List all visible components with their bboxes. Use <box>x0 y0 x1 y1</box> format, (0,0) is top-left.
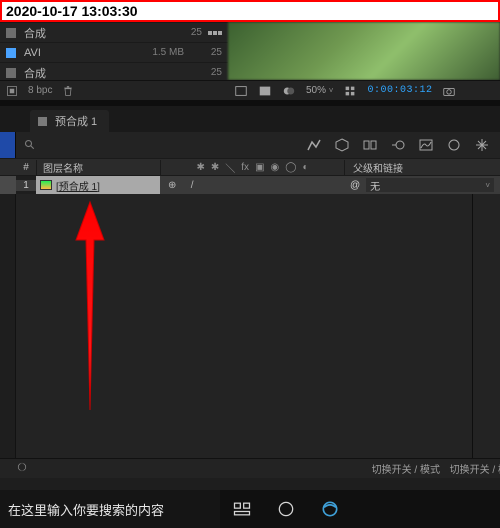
column-layer-name[interactable]: 图层名称 <box>36 160 160 175</box>
column-index: # <box>16 162 36 173</box>
layer-normal-icon[interactable]: ⊕ <box>168 180 176 191</box>
parent-value: 无 <box>370 178 380 193</box>
taskbar-search[interactable]: 在这里输入你要搜索的内容 <box>0 490 220 528</box>
column-switches: ✱ ✱ ＼ fx ▣ ◉ ◯ ◐ <box>160 160 344 175</box>
frame-blend-icon[interactable] <box>362 137 378 153</box>
project-item-rate: 25 <box>200 67 222 78</box>
video-file-icon <box>6 48 16 58</box>
cortana-icon[interactable] <box>264 490 308 528</box>
project-toolbar: 8 bpc <box>0 80 228 100</box>
timeline-columns: # 图层名称 ✱ ✱ ＼ fx ▣ ◉ ◯ ◐ 父级和链接 <box>0 158 500 176</box>
layer-thumb-icon <box>40 180 52 190</box>
edge-icon[interactable] <box>308 490 352 528</box>
layer-styles-icon[interactable] <box>446 137 462 153</box>
draft-3d-icon[interactable] <box>334 137 350 153</box>
timeline-tab[interactable]: 预合成 1 <box>30 110 109 132</box>
switches-mode-toggle-right[interactable]: 切换开关 / 模 <box>450 461 500 476</box>
snapshot-icon[interactable] <box>442 84 456 98</box>
switches-mode-toggle[interactable]: 切换开关 / 模式 <box>372 461 440 476</box>
motion-blur-icon[interactable] <box>390 137 406 153</box>
resolution-icon[interactable] <box>343 84 357 98</box>
tab-label: 预合成 1 <box>55 113 97 129</box>
zoom-dropdown[interactable]: 50% ˅ <box>306 85 333 96</box>
toggle-alpha-icon[interactable] <box>234 84 248 98</box>
layer-name-text: [预合成 1] <box>56 178 100 193</box>
bit-depth-button[interactable]: 8 bpc <box>28 85 52 96</box>
interpret-footage-icon[interactable] <box>6 85 18 97</box>
layer-switches[interactable]: ⊕ / <box>160 176 344 194</box>
project-item-rate: 25 <box>180 27 202 38</box>
effects-icon[interactable] <box>474 137 490 153</box>
timecode-stub[interactable] <box>0 132 16 158</box>
layer-name-cell[interactable]: [预合成 1] <box>36 176 160 194</box>
comp-flowchart-icon[interactable] <box>306 137 322 153</box>
project-item-size: 1.5 MB <box>152 47 184 58</box>
flowchart-icon[interactable] <box>208 26 222 40</box>
timeline-toolbar <box>0 132 500 158</box>
timeline-tabs: 预合成 1 <box>0 106 500 132</box>
timeline-footer: 切换开关 / 模式 切换开关 / 模 <box>0 458 500 478</box>
layer-search[interactable] <box>16 132 274 158</box>
graph-editor-icon[interactable] <box>418 137 434 153</box>
current-timecode[interactable]: 0:00:03:12 <box>367 85 432 96</box>
task-view-icon[interactable] <box>220 490 264 528</box>
search-icon <box>24 139 36 151</box>
project-row[interactable]: 合成 25 <box>0 62 228 82</box>
viewer-toolbar: 50% ˅ 0:00:03:12 <box>228 80 500 100</box>
windows-taskbar: 在这里输入你要搜索的内容 <box>0 490 500 528</box>
project-item-name: 合成 <box>24 25 174 41</box>
project-row[interactable]: 合成 25 <box>0 22 228 42</box>
chevron-down-icon: ˅ <box>485 181 490 190</box>
parent-dropdown[interactable]: 无 ˅ <box>366 178 494 192</box>
trash-icon[interactable] <box>62 85 74 97</box>
toggle-transparency-icon[interactable] <box>258 84 272 98</box>
fx-label: fx <box>241 162 249 173</box>
layer-row[interactable]: 1 [预合成 1] ⊕ / @ 无 ˅ <box>0 176 500 194</box>
fx-icon: ✱ <box>211 162 219 173</box>
composition-icon <box>6 68 16 78</box>
timestamp-banner: 2020-10-17 13:03:30 <box>0 0 500 22</box>
mask-icon[interactable] <box>282 84 296 98</box>
composition-viewer[interactable] <box>228 22 500 80</box>
project-row[interactable]: AVI 1.5 MB 25 <box>0 42 228 62</box>
project-item-name: AVI <box>24 47 146 59</box>
composition-icon <box>38 117 47 126</box>
project-item-name: 合成 <box>24 65 194 81</box>
composition-icon <box>6 28 16 38</box>
timeline-body[interactable] <box>0 194 500 458</box>
project-item-rate: 25 <box>200 47 222 58</box>
layer-number: 1 <box>16 180 36 191</box>
taskbar-search-placeholder: 在这里输入你要搜索的内容 <box>8 500 164 519</box>
column-parent[interactable]: 父级和链接 <box>344 160 500 175</box>
pickwhip-icon[interactable]: @ <box>350 180 360 191</box>
footer-toggle-button-left[interactable] <box>16 461 28 476</box>
shy-icon: ✱ <box>197 162 205 173</box>
